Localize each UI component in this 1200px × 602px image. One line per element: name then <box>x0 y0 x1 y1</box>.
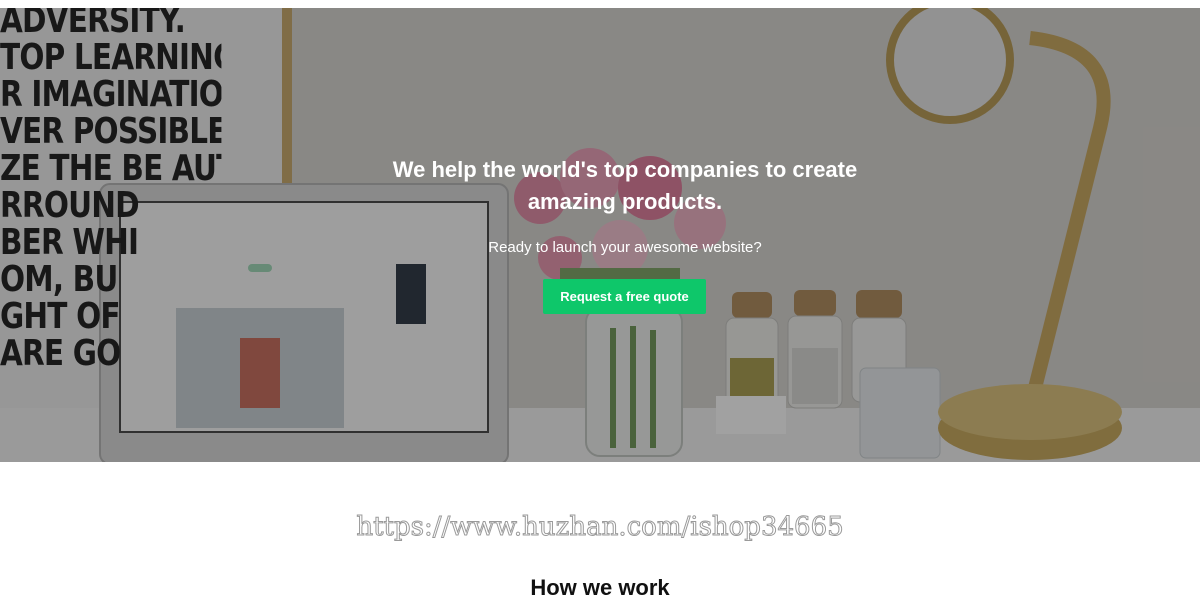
hero-title: We help the world's top companies to cre… <box>392 157 858 214</box>
hero-content: We help the world's top companies to cre… <box>0 8 1200 462</box>
request-quote-button[interactable]: Request a free quote <box>543 279 706 314</box>
how-we-work-heading: How we work <box>530 575 670 600</box>
watermark-url: https://www.huzhan.com/ishop34665 <box>356 512 844 543</box>
hero-section: ADVERSITY. TOP LEARNING. R IMAGINATION V… <box>0 8 1200 462</box>
top-strip <box>0 0 1200 8</box>
hero-subtitle: Ready to launch your awesome website? <box>488 239 762 256</box>
